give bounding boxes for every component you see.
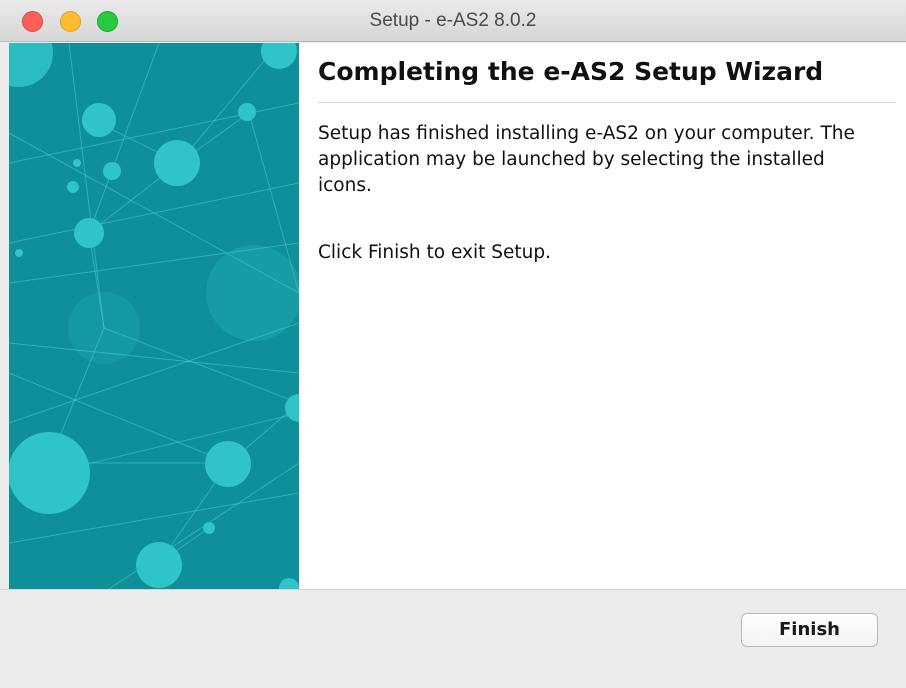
heading-divider: [318, 102, 896, 103]
title-bar[interactable]: Setup - e-AS2 8.0.2: [0, 0, 906, 42]
wizard-side-image: [9, 43, 299, 589]
finish-button[interactable]: Finish: [741, 613, 878, 647]
wizard-content: Completing the e-AS2 Setup Wizard Setup …: [9, 43, 906, 589]
wizard-heading: Completing the e-AS2 Setup Wizard: [318, 57, 824, 86]
exit-instruction: Click Finish to exit Setup.: [318, 242, 551, 263]
network-graphic: [9, 43, 299, 589]
setup-window: Setup - e-AS2 8.0.2 Completing the e-AS2…: [0, 0, 906, 688]
button-bar: Finish: [0, 589, 906, 688]
window-title: Setup - e-AS2 8.0.2: [369, 10, 537, 31]
finish-message: Setup has finished installing e-AS2 on y…: [318, 123, 855, 196]
